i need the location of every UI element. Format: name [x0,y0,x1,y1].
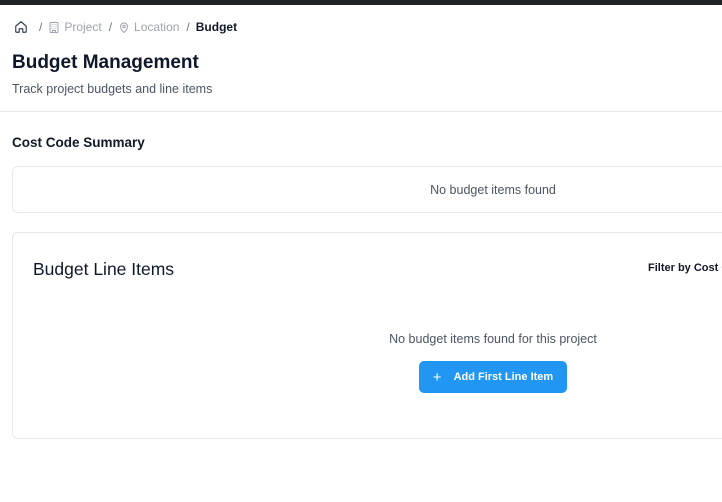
top-bar [0,0,722,5]
header-divider [0,111,722,112]
plus-icon: + [432,368,442,386]
breadcrumb-current: Budget [195,20,238,34]
breadcrumb-separator: / [39,20,43,34]
summary-empty-message: No budget items found [430,183,556,197]
cost-code-summary-title: Cost Code Summary [12,135,145,150]
breadcrumb: / Project / Location / Budget [14,19,237,35]
map-pin-icon [120,22,129,33]
filter-by-cost-code-label: Filter by Cost Code [648,262,722,274]
page-subtitle: Track project budgets and line items [12,82,213,96]
breadcrumb-project-label: Project [64,20,102,34]
building-icon [49,21,59,33]
add-first-line-item-button[interactable]: + Add First Line Item [419,361,567,393]
page-title: Budget Management [12,52,199,73]
breadcrumb-home[interactable] [14,20,32,34]
home-icon [15,21,27,33]
budget-line-items-card: Budget Line Items Filter by Cost Code No… [12,232,722,439]
cost-code-summary-card: No budget items found [12,166,722,213]
breadcrumb-location-label: Location [134,20,180,34]
breadcrumb-project[interactable]: Project [48,20,102,34]
breadcrumb-separator: / [186,20,190,34]
budget-line-items-title: Budget Line Items [33,259,175,279]
add-first-line-item-label: Add First Line Item [453,371,554,383]
line-items-empty-message: No budget items found for this project [389,332,597,346]
breadcrumb-separator: / [108,20,113,34]
breadcrumb-location[interactable]: Location [118,20,179,34]
